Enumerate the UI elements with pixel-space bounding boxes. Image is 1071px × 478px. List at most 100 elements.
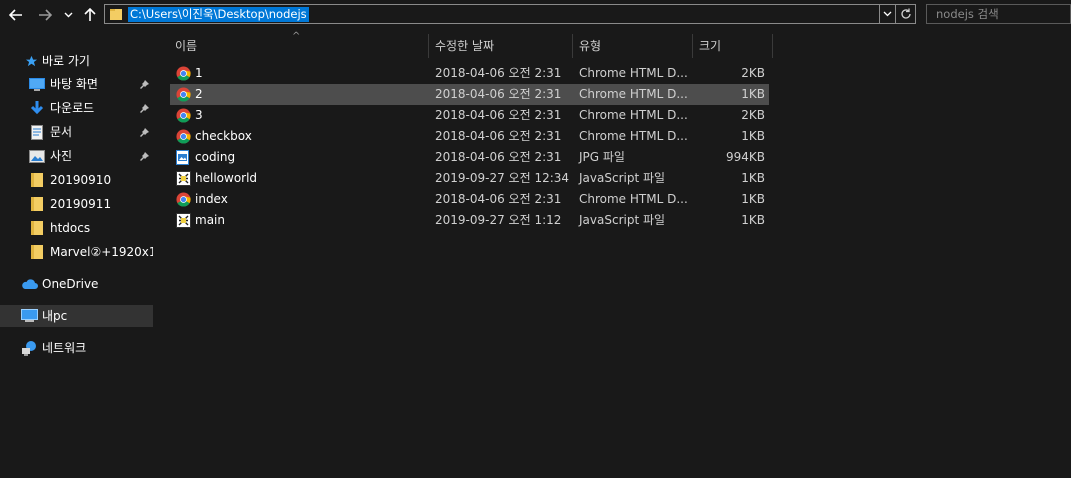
sidebar-item-pictures[interactable]: 사진 bbox=[0, 145, 153, 167]
file-row[interactable]: helloworld 2019-09-27 오전 12:34 JavaScript … bbox=[170, 168, 769, 189]
column-header-size[interactable]: 크기 bbox=[699, 34, 771, 58]
file-size: 994KB bbox=[725, 150, 765, 164]
pin-icon bbox=[138, 78, 150, 90]
file-name: 1 bbox=[195, 66, 203, 80]
sidebar-item-quick-access[interactable]: 바로 가기 bbox=[0, 50, 153, 72]
chrome-icon bbox=[176, 66, 191, 81]
file-row[interactable]: 1 2018-04-06 오전 2:31 Chrome HTML D... 2KB bbox=[170, 63, 769, 84]
file-name: main bbox=[195, 213, 225, 227]
download-icon bbox=[28, 99, 46, 117]
up-button[interactable] bbox=[80, 4, 100, 26]
column-divider[interactable] bbox=[772, 34, 773, 58]
file-row[interactable]: coding 2018-04-06 오전 2:31 JPG 파일 994KB bbox=[170, 147, 769, 168]
address-dropdown-button[interactable] bbox=[880, 4, 896, 24]
computer-icon bbox=[20, 307, 38, 325]
desktop-icon bbox=[28, 75, 46, 93]
file-size: 1KB bbox=[741, 171, 765, 185]
sidebar-item-label: OneDrive bbox=[42, 277, 99, 291]
search-input[interactable]: nodejs 검색 bbox=[926, 4, 1071, 24]
column-header-date[interactable]: 수정한 날짜 bbox=[435, 34, 571, 58]
file-type: JavaScript 파일 bbox=[579, 213, 666, 227]
file-date-modified: 2018-04-06 오전 2:31 bbox=[435, 129, 562, 143]
image-file-icon bbox=[176, 150, 191, 165]
forward-button[interactable] bbox=[35, 4, 55, 26]
file-type: JPG 파일 bbox=[579, 150, 625, 164]
sidebar-item-label: 20190911 bbox=[50, 197, 112, 211]
file-type: Chrome HTML D... bbox=[579, 108, 688, 122]
file-name: index bbox=[195, 192, 228, 206]
file-name: helloworld bbox=[195, 171, 258, 185]
file-size: 1KB bbox=[741, 213, 765, 227]
arrow-left-icon bbox=[9, 9, 22, 21]
folder-icon bbox=[28, 195, 46, 213]
address-path[interactable]: C:\Users\이진욱\Desktop\nodejs bbox=[128, 7, 309, 22]
file-row[interactable]: 2 2018-04-06 오전 2:31 Chrome HTML D... 1KB bbox=[170, 84, 769, 105]
file-row[interactable]: main 2019-09-27 오전 1:12 JavaScript 파일 1KB bbox=[170, 210, 769, 231]
chevron-down-icon bbox=[64, 12, 72, 18]
chevron-down-icon bbox=[883, 11, 892, 17]
sidebar-item-downloads[interactable]: 다운로드 bbox=[0, 97, 153, 119]
address-bar[interactable]: C:\Users\이진욱\Desktop\nodejs bbox=[104, 4, 880, 24]
file-date-modified: 2018-04-06 오전 2:31 bbox=[435, 192, 562, 206]
back-button[interactable] bbox=[6, 4, 26, 26]
file-name: checkbox bbox=[195, 129, 252, 143]
sidebar-item-network[interactable]: 네트워크 bbox=[0, 337, 153, 359]
column-header-type[interactable]: 유형 bbox=[579, 34, 691, 58]
refresh-button[interactable] bbox=[896, 4, 916, 24]
documents-icon bbox=[28, 123, 46, 141]
file-name: coding bbox=[195, 150, 236, 164]
sidebar-item-desktop[interactable]: 바탕 화면 bbox=[0, 73, 153, 95]
sidebar-item-label: Marvel②+1920x10 bbox=[50, 245, 153, 259]
sidebar-item-20190910[interactable]: 20190910 bbox=[0, 169, 153, 191]
file-date-modified: 2018-04-06 오전 2:31 bbox=[435, 108, 562, 122]
javascript-file-icon bbox=[176, 213, 191, 228]
chrome-icon bbox=[176, 192, 191, 207]
sidebar-item-label: 바로 가기 bbox=[42, 54, 90, 68]
chrome-icon bbox=[176, 129, 191, 144]
folder-icon bbox=[28, 171, 46, 189]
navigation-bar: C:\Users\이진욱\Desktop\nodejs nodejs 검색 bbox=[0, 0, 1071, 32]
file-date-modified: 2018-04-06 오전 2:31 bbox=[435, 150, 562, 164]
column-divider[interactable] bbox=[692, 34, 693, 58]
sidebar-item-label: 다운로드 bbox=[50, 101, 95, 115]
file-type: Chrome HTML D... bbox=[579, 129, 688, 143]
sidebar-item-htdocs[interactable]: htdocs bbox=[0, 217, 153, 239]
file-date-modified: 2019-09-27 오전 12:34 bbox=[435, 171, 570, 185]
sidebar-item-label: htdocs bbox=[50, 221, 91, 235]
file-size: 1KB bbox=[741, 192, 765, 206]
pin-icon bbox=[138, 126, 150, 138]
sidebar-item-this-pc[interactable]: 내pc bbox=[0, 305, 153, 327]
file-row[interactable]: index 2018-04-06 오전 2:31 Chrome HTML D... 1… bbox=[170, 189, 769, 210]
file-date-modified: 2018-04-06 오전 2:31 bbox=[435, 87, 562, 101]
cloud-icon bbox=[20, 275, 38, 293]
sidebar-item-documents[interactable]: 문서 bbox=[0, 121, 153, 143]
arrow-right-icon bbox=[39, 9, 52, 21]
javascript-file-icon bbox=[176, 171, 191, 186]
file-type: Chrome HTML D... bbox=[579, 87, 688, 101]
sidebar-item-label: 문서 bbox=[50, 125, 73, 139]
file-type: JavaScript 파일 bbox=[579, 171, 666, 185]
folder-icon bbox=[28, 243, 46, 261]
file-type: Chrome HTML D... bbox=[579, 66, 688, 80]
sidebar-item-label: 사진 bbox=[50, 149, 73, 163]
file-date-modified: 2018-04-06 오전 2:31 bbox=[435, 66, 562, 80]
column-divider[interactable] bbox=[572, 34, 573, 58]
folder-icon bbox=[109, 7, 123, 24]
file-row[interactable]: 3 2018-04-06 오전 2:31 Chrome HTML D... 2KB bbox=[170, 105, 769, 126]
sidebar-item-label: 내pc bbox=[42, 309, 68, 323]
column-divider[interactable] bbox=[428, 34, 429, 58]
file-row[interactable]: checkbox 2018-04-06 오전 2:31 Chrome HTML D.… bbox=[170, 126, 769, 147]
folder-icon bbox=[28, 219, 46, 237]
file-type: Chrome HTML D... bbox=[579, 192, 688, 206]
sidebar-item-marvel[interactable]: Marvel②+1920x10 bbox=[0, 241, 153, 263]
column-header-name[interactable]: 이름 bbox=[175, 34, 427, 58]
file-size: 1KB bbox=[741, 87, 765, 101]
sidebar-item-onedrive[interactable]: OneDrive bbox=[0, 273, 153, 295]
chrome-icon bbox=[176, 87, 191, 102]
refresh-icon bbox=[900, 8, 911, 19]
recent-locations-button[interactable] bbox=[60, 4, 76, 26]
network-icon bbox=[20, 339, 38, 357]
pictures-icon bbox=[28, 147, 46, 165]
file-size: 2KB bbox=[741, 66, 765, 80]
sidebar-item-20190911[interactable]: 20190911 bbox=[0, 193, 153, 215]
